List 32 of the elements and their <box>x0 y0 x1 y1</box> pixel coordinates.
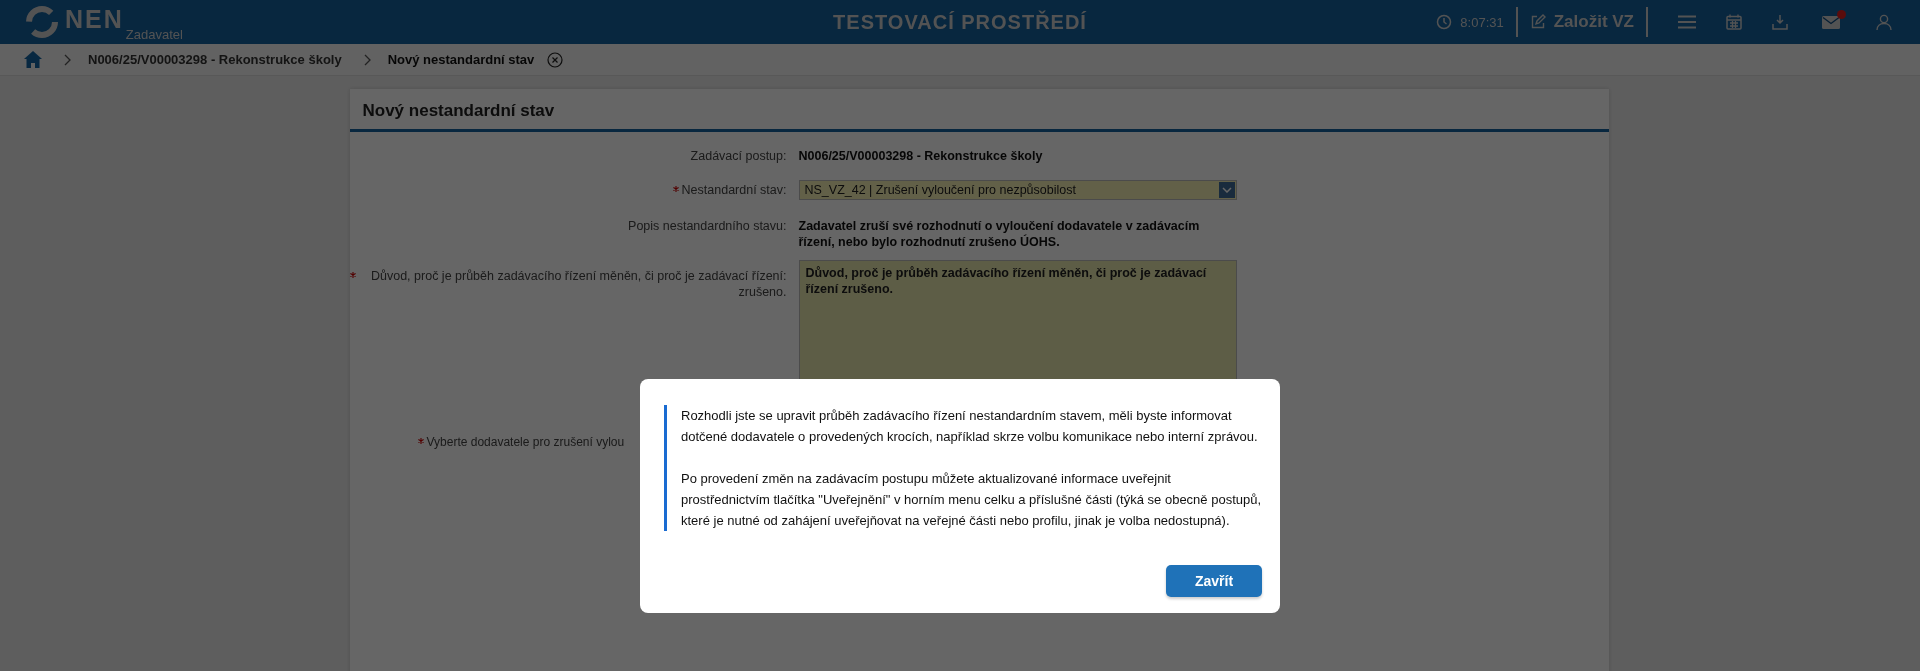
close-icon[interactable] <box>547 51 564 68</box>
calendar-icon[interactable] <box>1726 14 1742 30</box>
create-button[interactable]: Založit VZ <box>1529 12 1634 32</box>
dialog-paragraph: Rozhodli jste se upravit průběh zadávacího řízení nestandardním stavem, měli byste informovat dotčené dodavatele o provedených krocích, například skrze volbu komunikace nebo interní zprávou. <box>681 407 1259 446</box>
status-select[interactable]: NS_VZ_42 | Zrušení vyloučení pro nezpůsobilost <box>798 180 1237 200</box>
logo-subtitle: Zadavatel <box>125 27 183 42</box>
logo-text: NEN <box>65 4 124 34</box>
dialog-paragraph: Po provedení změn na zadávacím postupu můžete aktualizované informace uveřejnit prostřednictvím tlačítka "Uveřejnění" v horním menu celku a příslušné části (týká se obecně postupů, které je nutné od zahájení uveřejňovat na veřejné části nebo profilu, jinak je volba nedostupná). <box>681 470 1262 530</box>
session-time: 8:07:31 <box>1460 14 1504 30</box>
mail-icon[interactable] <box>1822 15 1840 29</box>
chevron-icon <box>363 53 372 66</box>
breadcrumb-link[interactable]: N006/25/V00003298 - Rekonstrukce školy <box>88 52 342 67</box>
user-icon[interactable] <box>1876 14 1892 30</box>
field-label: Popis nestandardního stavu: <box>628 218 787 234</box>
home-icon[interactable] <box>24 51 42 68</box>
logo-icon <box>25 5 59 39</box>
environment-title: TESTOVACÍ PROSTŘEDÍ <box>833 10 1087 34</box>
field-label: Důvod, proč je průběh zadávacího řízení měněn, či proč je zadávací řízení: zrušeno. <box>370 268 787 300</box>
field-label: Nestandardní stav: <box>681 182 787 198</box>
chevron-icon <box>64 53 72 66</box>
caret-icon <box>1221 187 1232 193</box>
edit-icon <box>1529 14 1546 30</box>
download-icon[interactable] <box>1772 14 1788 30</box>
form-title: Nový nestandardní stav <box>349 89 1609 132</box>
field-label: Zadávací postup: <box>690 148 787 164</box>
menu-icon[interactable] <box>1678 15 1696 29</box>
close-button[interactable]: Zavřít <box>1166 565 1262 597</box>
field-value: Zadavatel zruší své rozhodnutí o vyloučení dodavatele v zadávacím řízení, nebo bylo rozhodnutí zrušeno ÚOHS. <box>798 218 1201 250</box>
field-value: N006/25/V00003298 - Rekonstrukce školy <box>798 148 1044 164</box>
breadcrumb-current: Nový nestandardní stav <box>387 52 535 67</box>
clock-icon <box>1436 14 1453 30</box>
field-label: Vyberte dodavatele pro zrušení vylou <box>426 434 625 450</box>
